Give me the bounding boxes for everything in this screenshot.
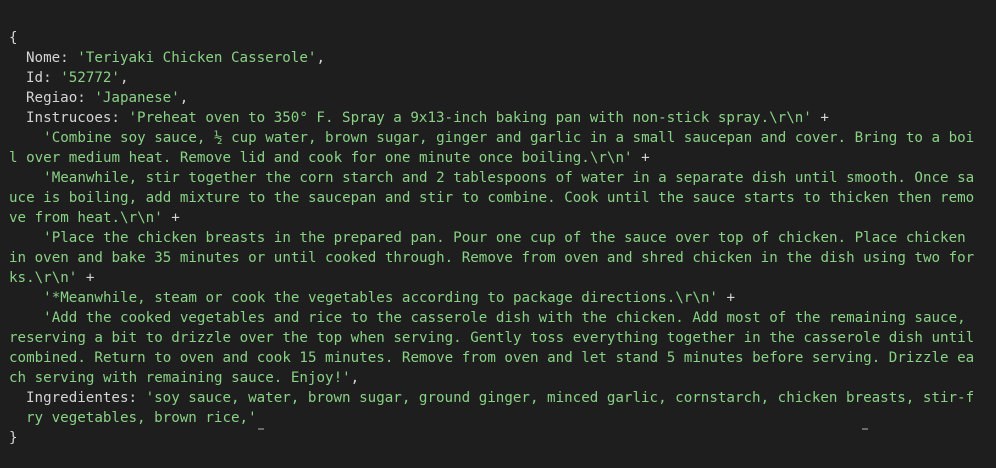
open-brace: { bbox=[9, 30, 18, 46]
concat-plus: + bbox=[811, 110, 829, 126]
field-ingredientes: Ingredientes: 'soy sauce, water, brown s… bbox=[9, 388, 979, 428]
comma: , bbox=[179, 90, 189, 106]
field-key: Ingredientes bbox=[26, 390, 129, 406]
instrucoes-line-2: 'Meanwhile, stir together the corn starc… bbox=[9, 168, 979, 228]
field-key: Instrucoes bbox=[26, 110, 112, 126]
instrucoes-part-0: 'Preheat oven to 350° F. Spray a 9x13-in… bbox=[128, 110, 812, 126]
instrucoes-part-4: '*Meanwhile, steam or cook the vegetable… bbox=[43, 290, 718, 306]
colon: : bbox=[43, 70, 61, 86]
concat-plus: + bbox=[717, 290, 736, 306]
instrucoes-part-2: 'Meanwhile, stir together the corn starc… bbox=[9, 170, 975, 226]
field-regiao: Regiao: 'Japanese', bbox=[9, 88, 979, 108]
instrucoes-line-3: 'Place the chicken breasts in the prepar… bbox=[9, 228, 979, 288]
instrucoes-line-1: 'Combine soy sauce, ½ cup water, brown s… bbox=[9, 128, 979, 168]
field-id: Id: '52772', bbox=[9, 68, 979, 88]
instrucoes-part-5: 'Add the cooked vegetables and rice to t… bbox=[9, 310, 983, 386]
console-output: {Nome: 'Teriyaki Chicken Casserole', Id: … bbox=[9, 8, 979, 468]
field-value: '52772' bbox=[60, 70, 120, 86]
instrucoes-line-5: 'Add the cooked vegetables and rice to t… bbox=[9, 308, 979, 388]
close-brace: } bbox=[9, 430, 18, 446]
comma: , bbox=[119, 70, 129, 86]
field-value: 'Japanese' bbox=[94, 90, 180, 106]
field-value: 'Teriyaki Chicken Casserole' bbox=[77, 50, 317, 66]
instrucoes-part-3: 'Place the chicken breasts in the prepar… bbox=[9, 230, 975, 286]
instrucoes-part-1: 'Combine soy sauce, ½ cup water, brown s… bbox=[9, 130, 975, 166]
concat-plus: + bbox=[162, 210, 180, 226]
concat-plus: + bbox=[77, 270, 95, 286]
concat-plus: + bbox=[632, 150, 650, 166]
instrucoes-line-4: '*Meanwhile, steam or cook the vegetable… bbox=[9, 288, 979, 308]
colon: : bbox=[60, 50, 78, 66]
field-instrucoes: Instrucoes: 'Preheat oven to 350° F. Spr… bbox=[9, 108, 979, 128]
field-nome: Nome: 'Teriyaki Chicken Casserole', bbox=[9, 48, 979, 68]
field-key: Id bbox=[26, 70, 44, 86]
field-value: 'soy sauce, water, brown sugar, ground g… bbox=[26, 390, 975, 426]
colon: : bbox=[111, 110, 129, 126]
field-key: Nome bbox=[26, 50, 61, 66]
colon: : bbox=[128, 390, 146, 406]
comma: , bbox=[350, 370, 360, 386]
field-key: Regiao bbox=[26, 90, 78, 106]
colon: : bbox=[77, 90, 95, 106]
comma: , bbox=[316, 50, 325, 66]
